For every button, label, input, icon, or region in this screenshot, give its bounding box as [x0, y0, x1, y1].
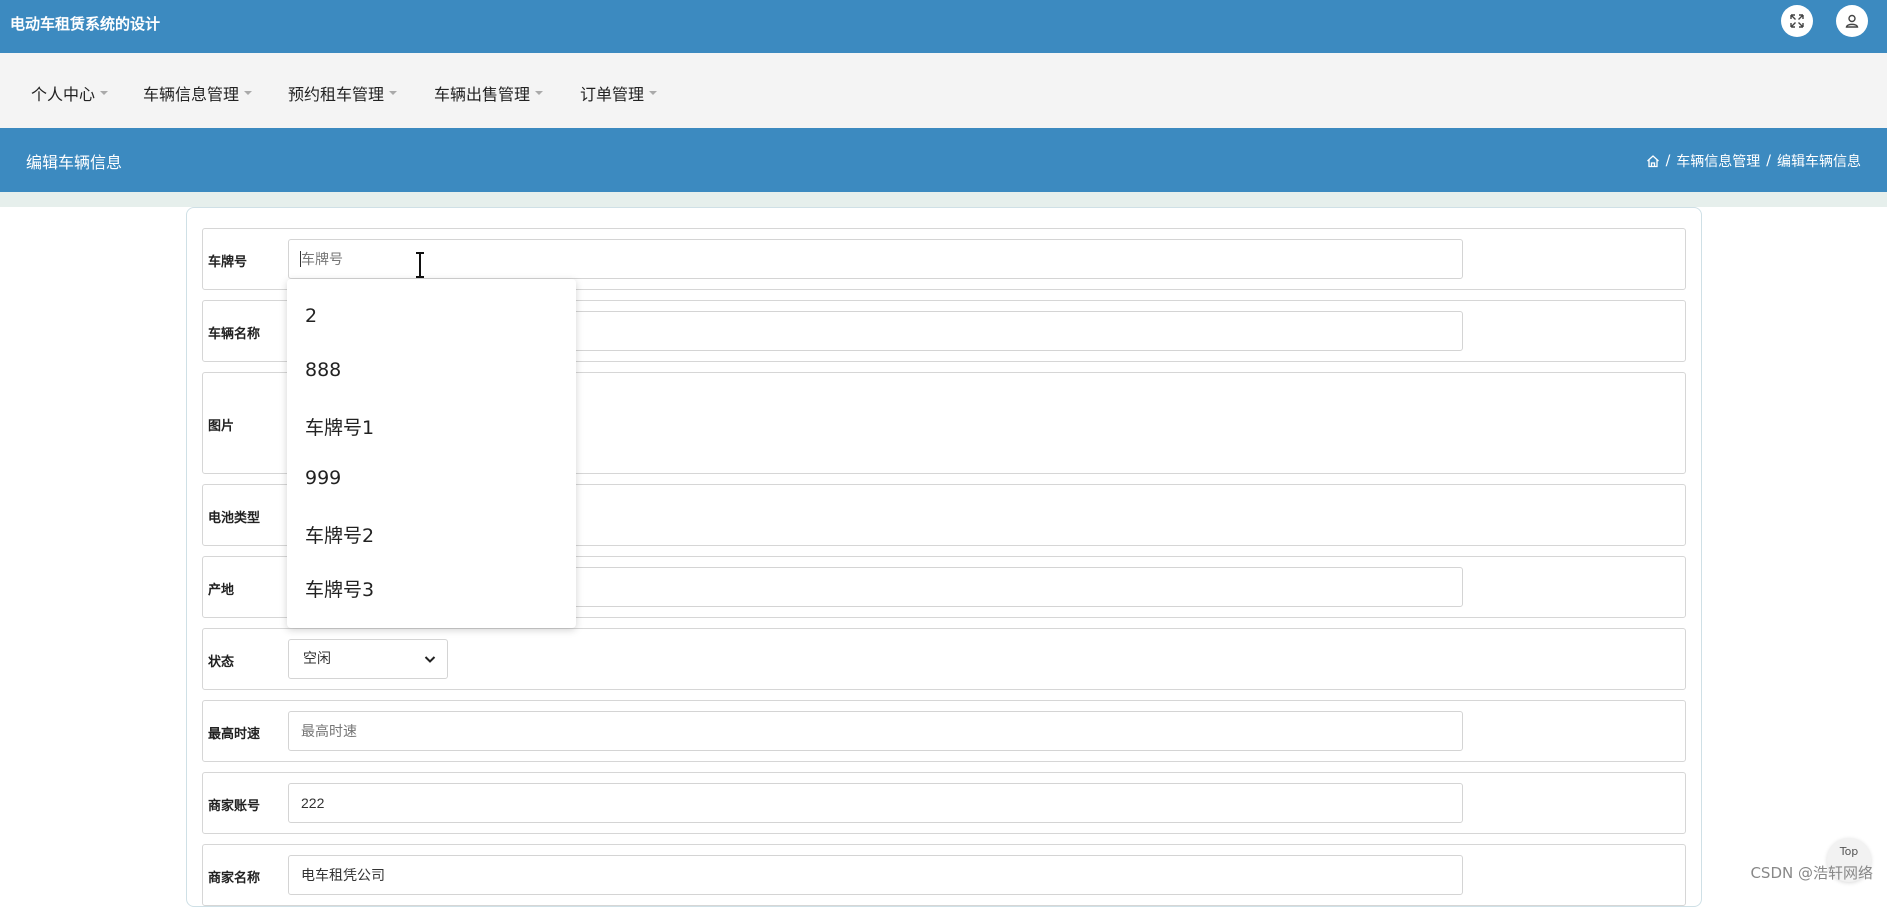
autocomplete-option[interactable]: 999 — [305, 467, 341, 489]
caret-down-icon — [389, 91, 398, 95]
caret-down-icon — [100, 91, 109, 95]
text-caret — [300, 251, 301, 267]
image-label: 图片 — [208, 419, 235, 434]
nav-item-label: 预约租车管理 — [288, 85, 385, 104]
breadcrumb-current: 编辑车辆信息 — [1777, 154, 1861, 170]
nav-item-label: 车辆出售管理 — [434, 85, 531, 104]
fullscreen-button[interactable] — [1781, 5, 1813, 37]
main-nav: 个人中心 车辆信息管理 预约租车管理 车辆出售管理 订单管理 — [0, 53, 1887, 128]
status-select[interactable]: 空闲 — [288, 639, 448, 679]
app-title: 电动车租赁系统的设计 — [10, 15, 161, 33]
watermark: CSDN @浩轩网络 — [1750, 864, 1873, 882]
status-label: 状态 — [208, 655, 235, 670]
autocomplete-option[interactable]: 2 — [305, 305, 317, 327]
caret-down-icon — [244, 91, 253, 95]
merchant-name-label: 商家名称 — [208, 871, 261, 886]
home-icon[interactable] — [1646, 154, 1660, 168]
battery-label: 电池类型 — [208, 511, 261, 526]
user-icon — [1845, 14, 1859, 28]
form-row-speed: 最高时速 — [202, 700, 1686, 762]
header-strip — [0, 192, 1887, 207]
nav-item-vehicle-info[interactable]: 车辆信息管理 — [143, 81, 253, 105]
breadcrumb-separator: / — [1665, 153, 1671, 169]
speed-label: 最高时速 — [208, 727, 261, 742]
form-row-merchant-name: 商家名称 — [202, 844, 1686, 906]
nav-item-vehicle-sale[interactable]: 车辆出售管理 — [434, 81, 544, 105]
breadcrumb-separator: / — [1766, 153, 1771, 169]
top-bar: 电动车租赁系统的设计 — [0, 0, 1887, 53]
plate-autocomplete-list: 2 888 车牌号1 999 车牌号2 车牌号3 — [287, 279, 576, 628]
autocomplete-option[interactable]: 888 — [305, 359, 341, 381]
page-header: 编辑车辆信息 / 车辆信息管理 / 编辑车辆信息 — [0, 128, 1887, 192]
text-cursor-icon — [416, 252, 424, 278]
chevron-down-icon — [424, 656, 436, 663]
form-row-merchant-account: 商家账号 — [202, 772, 1686, 834]
status-select-value: 空闲 — [303, 651, 331, 667]
form-row-status: 状态 空闲 — [202, 628, 1686, 690]
caret-down-icon — [535, 91, 544, 95]
nav-item-label: 个人中心 — [31, 85, 96, 104]
nav-item-reservation[interactable]: 预约租车管理 — [288, 81, 398, 105]
page-title: 编辑车辆信息 — [26, 153, 123, 172]
merchant-name-input[interactable] — [288, 855, 1463, 895]
merchant-account-input[interactable] — [288, 783, 1463, 823]
nav-item-orders[interactable]: 订单管理 — [580, 81, 658, 105]
plate-label: 车牌号 — [208, 255, 248, 270]
user-button[interactable] — [1836, 5, 1868, 37]
name-label: 车辆名称 — [208, 327, 261, 342]
autocomplete-option[interactable]: 车牌号3 — [305, 575, 374, 602]
autocomplete-option[interactable]: 车牌号2 — [305, 521, 374, 548]
caret-down-icon — [649, 91, 658, 95]
plate-input[interactable] — [288, 239, 1463, 279]
breadcrumb-vehicle-info[interactable]: 车辆信息管理 — [1676, 151, 1760, 171]
expand-icon — [1790, 14, 1804, 28]
speed-input[interactable] — [288, 711, 1463, 751]
nav-item-label: 订单管理 — [580, 85, 645, 104]
autocomplete-option[interactable]: 车牌号1 — [305, 413, 374, 440]
breadcrumb: / 车辆信息管理 / 编辑车辆信息 — [1646, 151, 1861, 171]
merchant-account-label: 商家账号 — [208, 799, 261, 814]
nav-item-personal-center[interactable]: 个人中心 — [31, 81, 109, 105]
nav-item-label: 车辆信息管理 — [143, 85, 240, 104]
origin-label: 产地 — [208, 583, 235, 598]
